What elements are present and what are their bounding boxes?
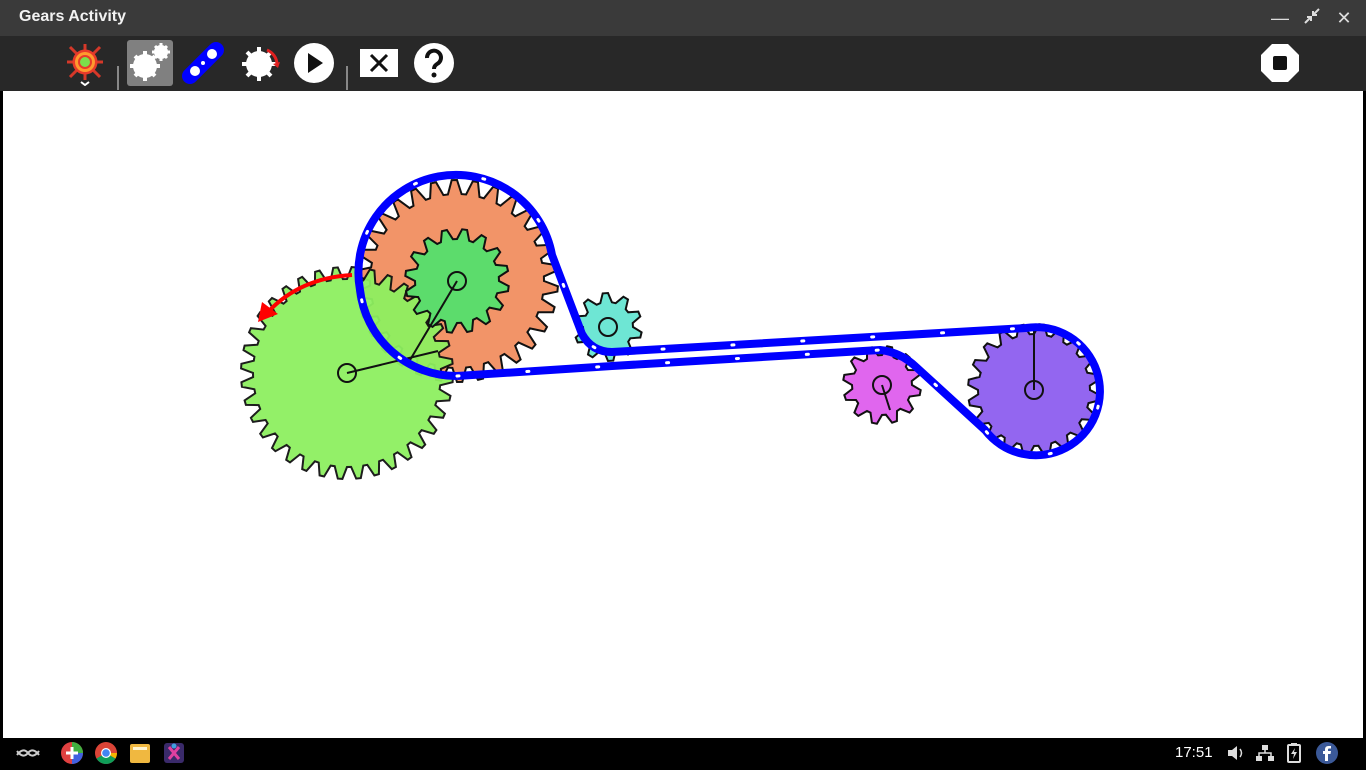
battery-icon[interactable] [1284,741,1308,765]
toolbar-separator [117,66,119,90]
unmaximize-icon[interactable] [1300,6,1324,30]
motor-gear-tool[interactable] [237,40,283,86]
clock: 17:51 [1175,744,1213,761]
minimize-icon[interactable]: — [1268,6,1292,30]
help-button[interactable] [411,40,457,86]
sugar-activity-icon[interactable] [162,741,186,765]
volume-icon[interactable] [1226,741,1250,765]
title-bar: Gears Activity — ✕ [0,0,1366,36]
chain-tool[interactable] [182,40,228,86]
gears-tool[interactable] [127,40,173,86]
toolbar-separator [346,66,348,90]
play-button[interactable] [291,40,337,86]
activity-gear-icon[interactable] [62,40,108,87]
clear-button[interactable] [356,40,402,86]
add-app-icon[interactable] [60,741,84,765]
facebook-icon[interactable] [1315,741,1339,765]
stop-button[interactable] [1257,40,1303,86]
toolbar [0,36,1366,91]
drawing-canvas[interactable] [3,91,1363,738]
close-icon[interactable]: ✕ [1332,6,1356,30]
gears-scene[interactable] [3,91,1363,738]
xo-home-icon[interactable] [14,741,40,765]
window-title: Gears Activity [19,8,127,25]
network-icon[interactable] [1254,741,1278,765]
taskbar: 17:51 [0,738,1366,768]
chrome-icon[interactable] [94,741,118,765]
files-icon[interactable] [128,741,152,765]
